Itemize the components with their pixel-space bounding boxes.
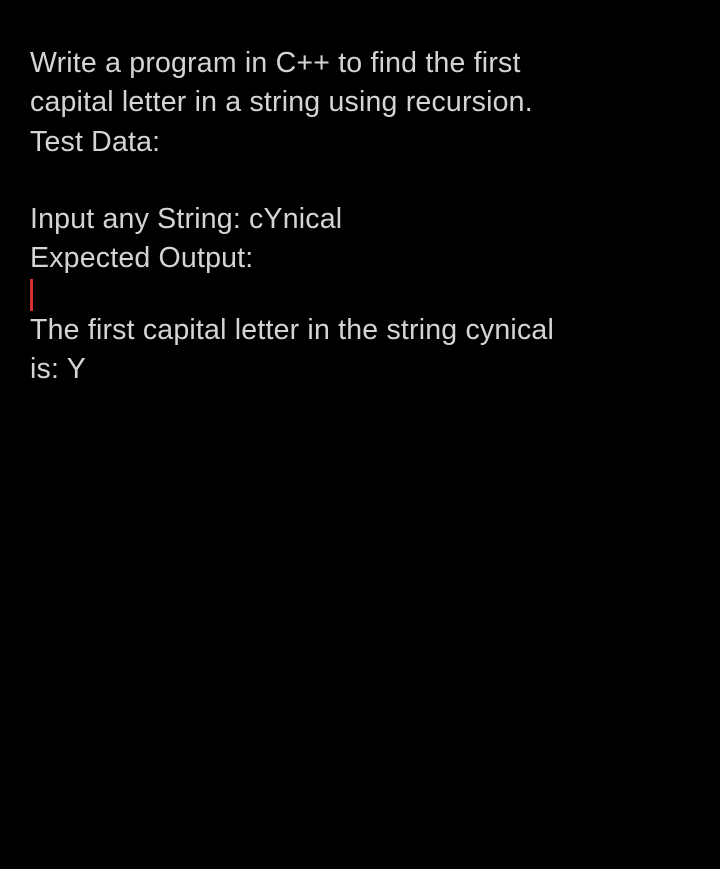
input-section: Input any String: cYnical Expected Outpu…	[30, 200, 690, 279]
document-body: Write a program in C++ to find the first…	[0, 0, 720, 389]
output-section: The first capital letter in the string c…	[30, 311, 690, 390]
text-line: Expected Output:	[30, 239, 690, 278]
text-line: The first capital letter in the string c…	[30, 311, 690, 350]
text-line: Write a program in C++ to find the first	[30, 44, 690, 83]
text-cursor	[30, 279, 33, 311]
text-line: is: Y	[30, 350, 690, 389]
text-line: Input any String: cYnical	[30, 200, 690, 239]
text-line: Test Data:	[30, 123, 690, 162]
blank-line	[30, 162, 690, 200]
text-line: capital letter in a string using recursi…	[30, 83, 690, 122]
cursor-line	[30, 279, 690, 311]
problem-statement: Write a program in C++ to find the first…	[30, 44, 690, 162]
